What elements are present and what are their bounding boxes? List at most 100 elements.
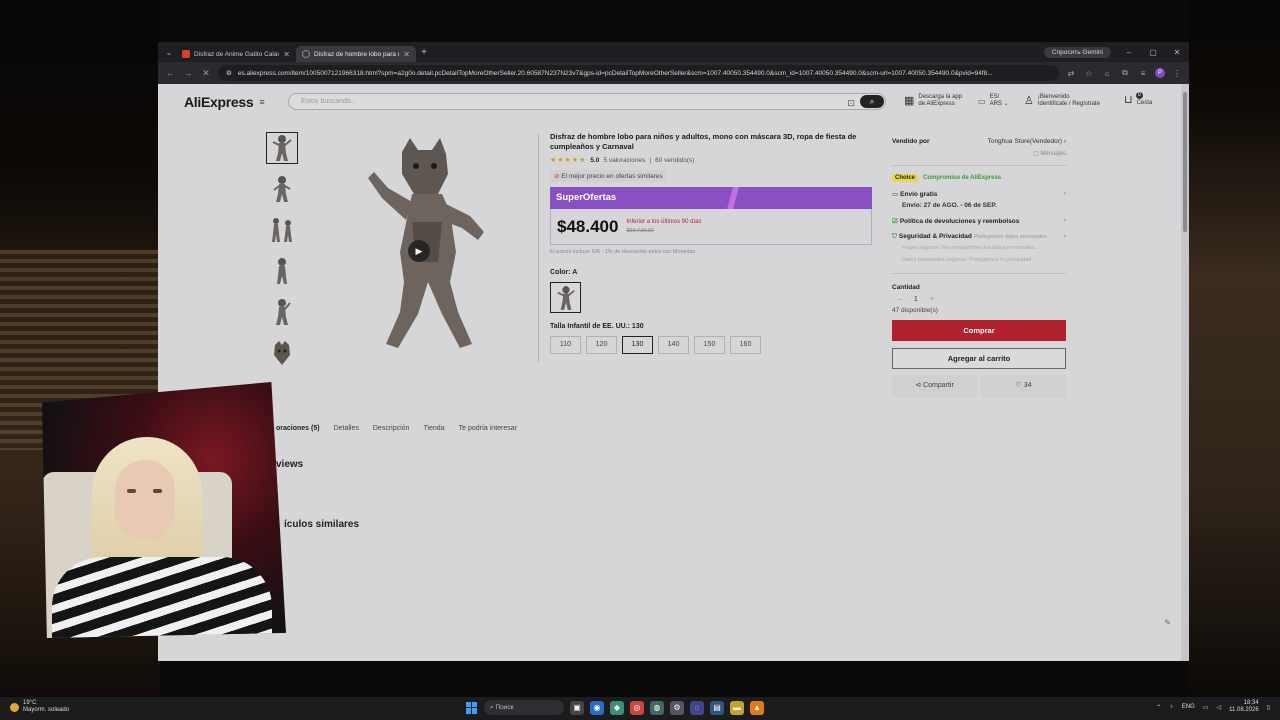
extension-icon[interactable]: ⌂: [1101, 69, 1113, 78]
bookmark-star-icon[interactable]: ☆: [1083, 69, 1095, 78]
buy-button[interactable]: Comprar: [892, 320, 1066, 341]
thumbnail-1[interactable]: [266, 132, 298, 164]
maximize-icon[interactable]: ▢: [1141, 48, 1165, 57]
security-row[interactable]: ⛉ Seguridad & Privacidad Protegemos datos…: [892, 233, 1066, 241]
plus-icon[interactable]: +: [930, 296, 934, 303]
chevron-right-icon: ›: [1063, 217, 1066, 224]
search-button[interactable]: ⌕: [860, 95, 884, 108]
messages-link[interactable]: ▢ Mensajes: [892, 150, 1066, 157]
language-indicator[interactable]: ENG: [1182, 704, 1195, 710]
language-currency-selector[interactable]: ▭ ES/ARS ⌄: [978, 94, 1009, 108]
puzzle-icon[interactable]: ⧉: [1119, 68, 1131, 78]
share-button[interactable]: ⊲ Compartir: [892, 375, 977, 397]
reviews-link[interactable]: 5 valoraciones: [603, 157, 645, 164]
quantity-value[interactable]: 1: [914, 296, 918, 303]
sun-icon: [10, 702, 19, 712]
minus-icon[interactable]: –: [898, 296, 902, 303]
likes-count: 34: [1023, 382, 1032, 389]
size-option-120[interactable]: 120: [586, 336, 617, 354]
size-option-140[interactable]: 140: [658, 336, 689, 354]
chrome-icon[interactable]: ◉: [590, 700, 604, 715]
app-icon-3[interactable]: ◎: [630, 700, 644, 715]
url-field[interactable]: ⚙ es.aliexpress.com/item/100500712196631…: [218, 65, 1059, 81]
tab-recommendations[interactable]: Te podría interesar: [459, 425, 517, 432]
size-option-110[interactable]: 110: [550, 336, 581, 354]
tab-close-icon[interactable]: ✕: [283, 50, 290, 59]
tab-search-icon[interactable]: ⌄: [162, 45, 176, 59]
app-icon-5[interactable]: ◌: [690, 700, 704, 715]
media-icon[interactable]: ≡: [1137, 69, 1149, 78]
returns-row[interactable]: ☑ Política de devoluciones y reembolsos ›: [892, 217, 1066, 225]
color-swatch-a[interactable]: [550, 282, 581, 313]
main-product-image[interactable]: ▶: [338, 132, 538, 362]
shipping-row[interactable]: ▭ Envío gratis ›: [892, 190, 1066, 198]
app-icon-6[interactable]: ▤: [710, 700, 724, 715]
task-view-icon[interactable]: ▣: [570, 700, 584, 715]
thumbnail-5[interactable]: [266, 296, 298, 328]
translate-icon[interactable]: ⇄: [1065, 69, 1077, 78]
store-link[interactable]: Tonghua Store(Vendedor) ›: [988, 138, 1066, 145]
user-icon: ♙: [1024, 94, 1034, 107]
scrollbar-thumb[interactable]: [1183, 92, 1187, 232]
aliexpress-favicon-icon: [182, 50, 190, 58]
taskbar-search[interactable]: ⌕ Поиск: [484, 700, 564, 715]
wishlist-button[interactable]: ♡ 34: [981, 375, 1066, 397]
clock[interactable]: 18:34 11.08.2026: [1229, 700, 1259, 714]
tab-store[interactable]: Tienda: [423, 425, 444, 432]
kebab-menu-icon[interactable]: ⋮: [1171, 69, 1183, 78]
lang-line2: ARS: [989, 101, 1002, 107]
app-icon-2[interactable]: ◆: [610, 700, 624, 715]
minimize-icon[interactable]: –: [1117, 48, 1141, 57]
best-price-badge: ⊘ El mejor precio en ofertas similares: [550, 170, 667, 182]
volume-icon[interactable]: ◁: [1216, 704, 1221, 711]
edit-pencil-icon[interactable]: ✎: [1164, 618, 1171, 627]
microphone-icon[interactable]: ♁: [1169, 704, 1174, 710]
site-info-icon[interactable]: ⚙: [226, 69, 232, 77]
tray-chevron-icon[interactable]: ⌃: [1156, 704, 1161, 711]
gallery-divider: [538, 134, 539, 362]
weather-widget[interactable]: 19°C Mayorm. soleado: [10, 700, 69, 714]
quantity-stepper[interactable]: – 1 +: [892, 296, 1066, 303]
thumbnail-4[interactable]: [266, 255, 298, 287]
forward-icon[interactable]: →: [182, 68, 194, 78]
stop-icon[interactable]: ✕: [200, 68, 212, 79]
network-icon[interactable]: ▭: [1203, 704, 1209, 711]
address-bar-row: ← → ✕ ⚙ es.aliexpress.com/item/100500712…: [158, 62, 1189, 84]
camera-search-icon[interactable]: ⊡: [847, 96, 855, 111]
notifications-icon[interactable]: ▯: [1267, 704, 1270, 711]
thumbnail-2[interactable]: [266, 173, 298, 205]
play-video-button[interactable]: ▶: [408, 240, 430, 262]
tab-2[interactable]: Disfraz de hombre lobo para niños ✕: [296, 46, 416, 62]
account-link[interactable]: ♙ ¡Bienvenido Identifícate / Regístrate: [1024, 94, 1100, 108]
windows-start-icon[interactable]: [466, 701, 478, 714]
close-window-icon[interactable]: ✕: [1165, 48, 1189, 57]
thumbnail-6[interactable]: [266, 337, 298, 369]
vlc-icon[interactable]: ▲: [750, 700, 764, 715]
new-tab-button[interactable]: +: [416, 47, 432, 58]
cart-link[interactable]: ⊔ 0 Cesta: [1124, 92, 1152, 107]
thumbnail-3[interactable]: [266, 214, 298, 246]
size-option-150[interactable]: 150: [694, 336, 725, 354]
profile-avatar[interactable]: P: [1155, 68, 1165, 78]
tab-reviews[interactable]: oraciones (5): [276, 425, 320, 432]
hamburger-menu-icon[interactable]: ≡: [259, 97, 264, 107]
size-option-130[interactable]: 130: [622, 336, 653, 354]
back-icon[interactable]: ←: [164, 68, 176, 78]
tab-1[interactable]: Disfraz de Anime Gatito Calavera ✕: [176, 46, 296, 62]
tab-close-icon[interactable]: ✕: [403, 50, 410, 59]
page-scrollbar[interactable]: [1181, 84, 1189, 661]
reviews-heading: views: [276, 459, 304, 470]
search-input[interactable]: Estoy buscando... ⊡ ⌕: [288, 93, 886, 110]
file-explorer-icon[interactable]: ▬: [730, 700, 744, 715]
truck-icon: ▭: [892, 191, 899, 198]
add-to-cart-button[interactable]: Agregar al carrito: [892, 348, 1066, 369]
gemini-button[interactable]: Спросить Gemini: [1043, 46, 1111, 58]
choice-text: Compromiso de AliExpress: [923, 175, 1002, 181]
aliexpress-logo[interactable]: AliExpress: [184, 94, 254, 110]
tab-details[interactable]: Detalles: [334, 425, 359, 432]
download-app-link[interactable]: ▦ Descarga la app de AliExpress: [904, 94, 962, 108]
settings-icon[interactable]: ⚙: [670, 700, 684, 715]
app-icon-4[interactable]: ◍: [650, 700, 664, 715]
size-option-160[interactable]: 160: [730, 336, 761, 354]
tab-description[interactable]: Descripción: [373, 425, 410, 432]
